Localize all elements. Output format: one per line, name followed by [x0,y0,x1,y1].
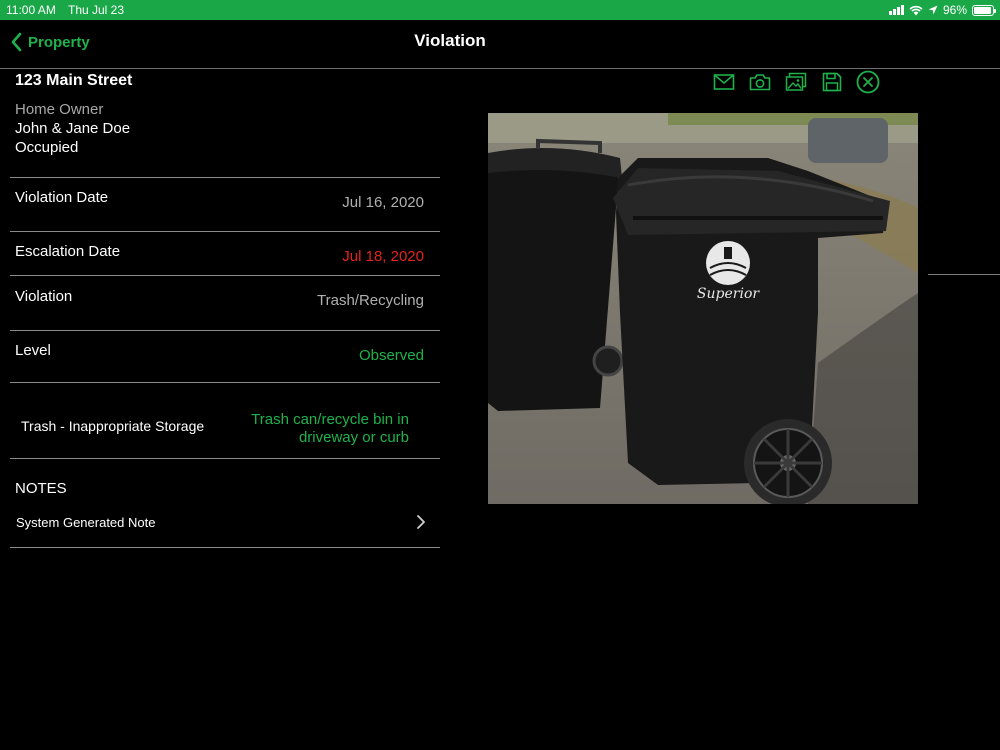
violation-type-label: Trash - Inappropriate Storage [21,418,205,434]
gallery-button[interactable] [784,70,808,94]
camera-button[interactable] [748,70,772,94]
level-label: Level [15,342,51,359]
divider [10,458,440,459]
escalation-date-label: Escalation Date [15,243,121,260]
wifi-icon [909,5,923,15]
occupancy-status: Occupied [15,139,79,156]
divider [10,547,440,548]
divider [10,330,440,331]
violation-photo[interactable]: Superior [488,113,918,504]
divider [928,274,1000,275]
violation-label: Violation [15,288,73,305]
divider [10,231,440,232]
status-indicators: 96% [888,0,996,20]
save-icon [822,72,842,92]
divider [10,275,440,276]
owner-label: Home Owner [15,101,104,118]
chevron-right-icon [417,515,425,529]
violation-description-line-1: Trash can/recycle bin in [251,411,409,428]
violation-date-value: Jul 16, 2020 [342,194,424,211]
violation-description-line-2: driveway or curb [298,429,409,446]
app-screen: 11:00 AM Thu Jul 23 96% Property Violati… [0,0,1000,750]
escalation-date-value: Jul 18, 2020 [342,248,424,265]
close-circle-icon [856,70,880,94]
battery-percent: 96% [942,3,967,17]
level-value: Observed [358,347,424,364]
owner-name: John & Jane Doe [15,120,131,137]
mail-icon [713,74,735,90]
status-time: 11:00 AM [6,3,56,17]
violation-type-description: Trash can/recycle bin in driveway or cur… [209,411,409,447]
status-date: Thu Jul 23 [68,3,125,17]
battery-icon [972,4,996,16]
close-button[interactable] [856,70,880,94]
save-button[interactable] [820,70,844,94]
property-address: 123 Main Street [15,72,133,89]
violation-value: Trash/Recycling [317,292,424,309]
note-item[interactable]: System Generated Note [15,505,430,541]
violation-date-label: Violation Date [15,189,109,206]
location-arrow-icon [928,5,938,15]
note-title: System Generated Note [16,515,156,530]
cellular-signal-icon [888,5,904,15]
action-toolbar [712,70,880,94]
page-title: Violation [414,31,486,50]
notes-heading: NOTES [15,480,67,497]
divider [10,177,440,178]
bin-brand-text: Superior [697,286,760,302]
email-button[interactable] [712,70,736,94]
navigation-bar: Property Violation [0,20,1000,69]
gallery-icon [785,72,807,91]
divider [10,382,440,383]
camera-icon [749,74,771,91]
status-bar: 11:00 AM Thu Jul 23 96% [0,0,1000,20]
trash-bins-image: Superior [488,113,918,504]
